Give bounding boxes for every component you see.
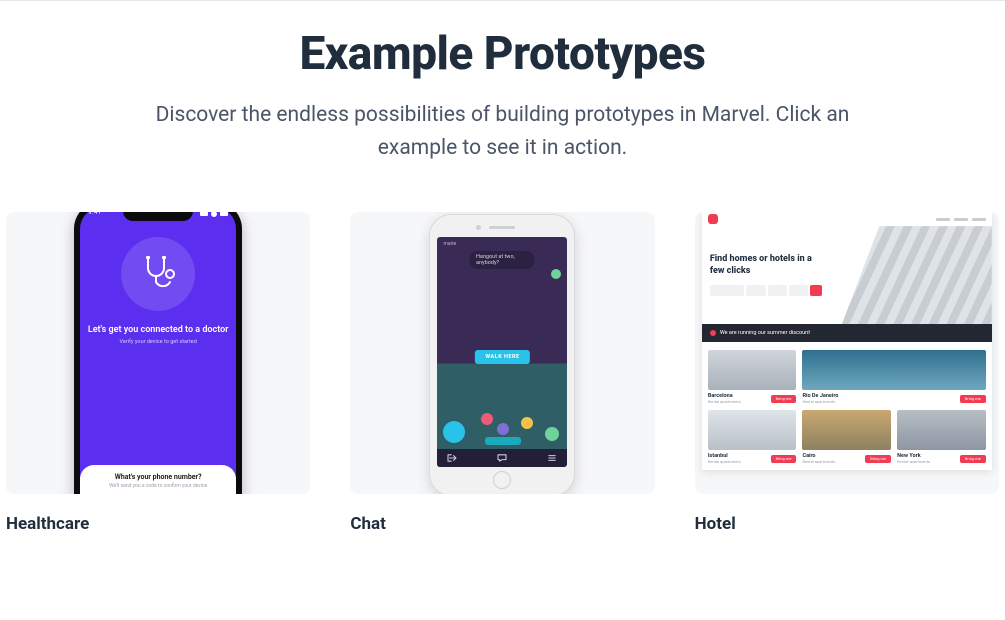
sheet-question: What's your phone number? <box>90 473 226 481</box>
logo-icon <box>708 214 718 224</box>
promo-dot-icon <box>710 330 716 336</box>
hero: Find homes or hotels in a few clicks <box>702 226 992 324</box>
phone-frame: 9:41 L <box>74 212 242 494</box>
character-icon <box>481 413 493 425</box>
city-sub: Rental apartments <box>708 459 741 464</box>
prototype-thumb: Find homes or hotels in a few clicks We … <box>695 212 999 494</box>
hotel-site: Find homes or hotels in a few clicks We … <box>702 212 992 470</box>
nav-link[interactable] <box>936 218 950 221</box>
chat-message: Hangout at two, anybody? <box>470 251 535 269</box>
character-icon <box>545 427 559 441</box>
chat-scene: marie Hangout at two, anybody? WALK HERE <box>437 237 567 467</box>
phone-camera <box>476 225 481 230</box>
signal-icon <box>200 212 208 216</box>
city-image <box>802 350 985 390</box>
page-subtitle: Discover the endless possibilities of bu… <box>143 99 863 164</box>
city-card[interactable]: Istanbul Rental apartments Bring me <box>708 410 797 464</box>
nav-link[interactable] <box>954 218 968 221</box>
card-title: Hotel <box>695 514 999 534</box>
character-icon <box>497 423 509 435</box>
hero-headline: Find homes or hotels in a few clicks <box>710 254 822 277</box>
city-cta-button[interactable]: Bring me <box>865 455 891 463</box>
city-cta-button[interactable]: Bring me <box>771 455 797 463</box>
site-nav <box>702 212 992 226</box>
city-grid: Barcelona Rental apartments Bring me Rio… <box>702 342 992 470</box>
stethoscope-icon <box>138 254 178 294</box>
chat-bottom-bar <box>437 449 567 467</box>
prototype-card-grid: 9:41 L <box>0 164 1005 534</box>
prototype-card-hotel[interactable]: Find homes or hotels in a few clicks We … <box>695 212 999 534</box>
city-card[interactable]: Cairo Rental apartments Bring me <box>802 410 891 464</box>
city-image <box>802 410 891 450</box>
bottom-sheet: What's your phone number? We'll send you… <box>80 465 236 494</box>
hero-circle <box>121 237 195 311</box>
city-image <box>897 410 986 450</box>
platform-icon <box>485 437 521 445</box>
battery-icon <box>220 212 228 216</box>
promo-text: We are running our summer discount <box>720 330 810 336</box>
exit-icon[interactable] <box>447 454 457 462</box>
home-button-icon <box>493 471 511 489</box>
sheet-sub: We'll send you a code to confirm your de… <box>90 483 226 489</box>
wifi-icon <box>211 212 217 217</box>
location-input[interactable] <box>710 285 745 296</box>
prototype-card-chat[interactable]: marie Hangout at two, anybody? WALK HERE <box>350 212 654 534</box>
city-card[interactable]: New York Rental apartments Bring me <box>897 410 986 464</box>
guests-input[interactable] <box>789 285 808 296</box>
card-title: Healthcare <box>6 514 310 534</box>
prototype-thumb: marie Hangout at two, anybody? WALK HERE <box>350 212 654 494</box>
city-sub: Rental apartments <box>897 459 930 464</box>
prototype-thumb: 9:41 L <box>6 212 310 494</box>
page-title: Example Prototypes <box>0 27 1005 81</box>
card-title: Chat <box>350 514 654 534</box>
prototype-card-healthcare[interactable]: 9:41 L <box>6 212 310 534</box>
phone-notch <box>123 212 193 221</box>
city-cta-button[interactable]: Bring me <box>771 395 797 403</box>
chat-user-label: marie <box>443 241 456 247</box>
city-cta-button[interactable]: Bring me <box>960 455 986 463</box>
character-icon <box>521 417 533 429</box>
city-sub: Rental apartments <box>802 399 838 404</box>
game-ground <box>437 411 567 449</box>
city-sub: Rental apartments <box>802 459 835 464</box>
healthcare-headline: Let's get you connected to a doctor <box>88 325 229 335</box>
nav-link[interactable] <box>972 218 986 221</box>
avatar-icon <box>551 269 561 279</box>
chat-icon[interactable] <box>497 454 507 462</box>
city-card[interactable]: Barcelona Rental apartments Bring me <box>708 350 797 404</box>
date-input[interactable] <box>768 285 787 296</box>
search-button[interactable] <box>810 285 822 296</box>
hero-building-image <box>842 226 992 324</box>
phone-frame: marie Hangout at two, anybody? WALK HERE <box>429 214 575 494</box>
city-image <box>708 410 797 450</box>
menu-icon[interactable] <box>547 454 557 462</box>
city-card[interactable]: Rio De Janeiro Rental apartments Bring m… <box>802 350 985 404</box>
date-input[interactable] <box>746 285 765 296</box>
search-row <box>710 285 822 296</box>
status-icons <box>200 212 228 217</box>
city-sub: Rental apartments <box>708 399 741 404</box>
healthcare-sub: Verify your device to get started <box>119 339 196 345</box>
city-image <box>708 350 797 390</box>
walk-here-button[interactable]: WALK HERE <box>475 350 529 364</box>
city-cta-button[interactable]: Bring me <box>960 395 986 403</box>
promo-banner: We are running our summer discount <box>702 324 992 342</box>
status-time: 9:41 <box>88 212 102 216</box>
character-icon <box>443 421 465 443</box>
phone-speaker <box>489 226 515 229</box>
